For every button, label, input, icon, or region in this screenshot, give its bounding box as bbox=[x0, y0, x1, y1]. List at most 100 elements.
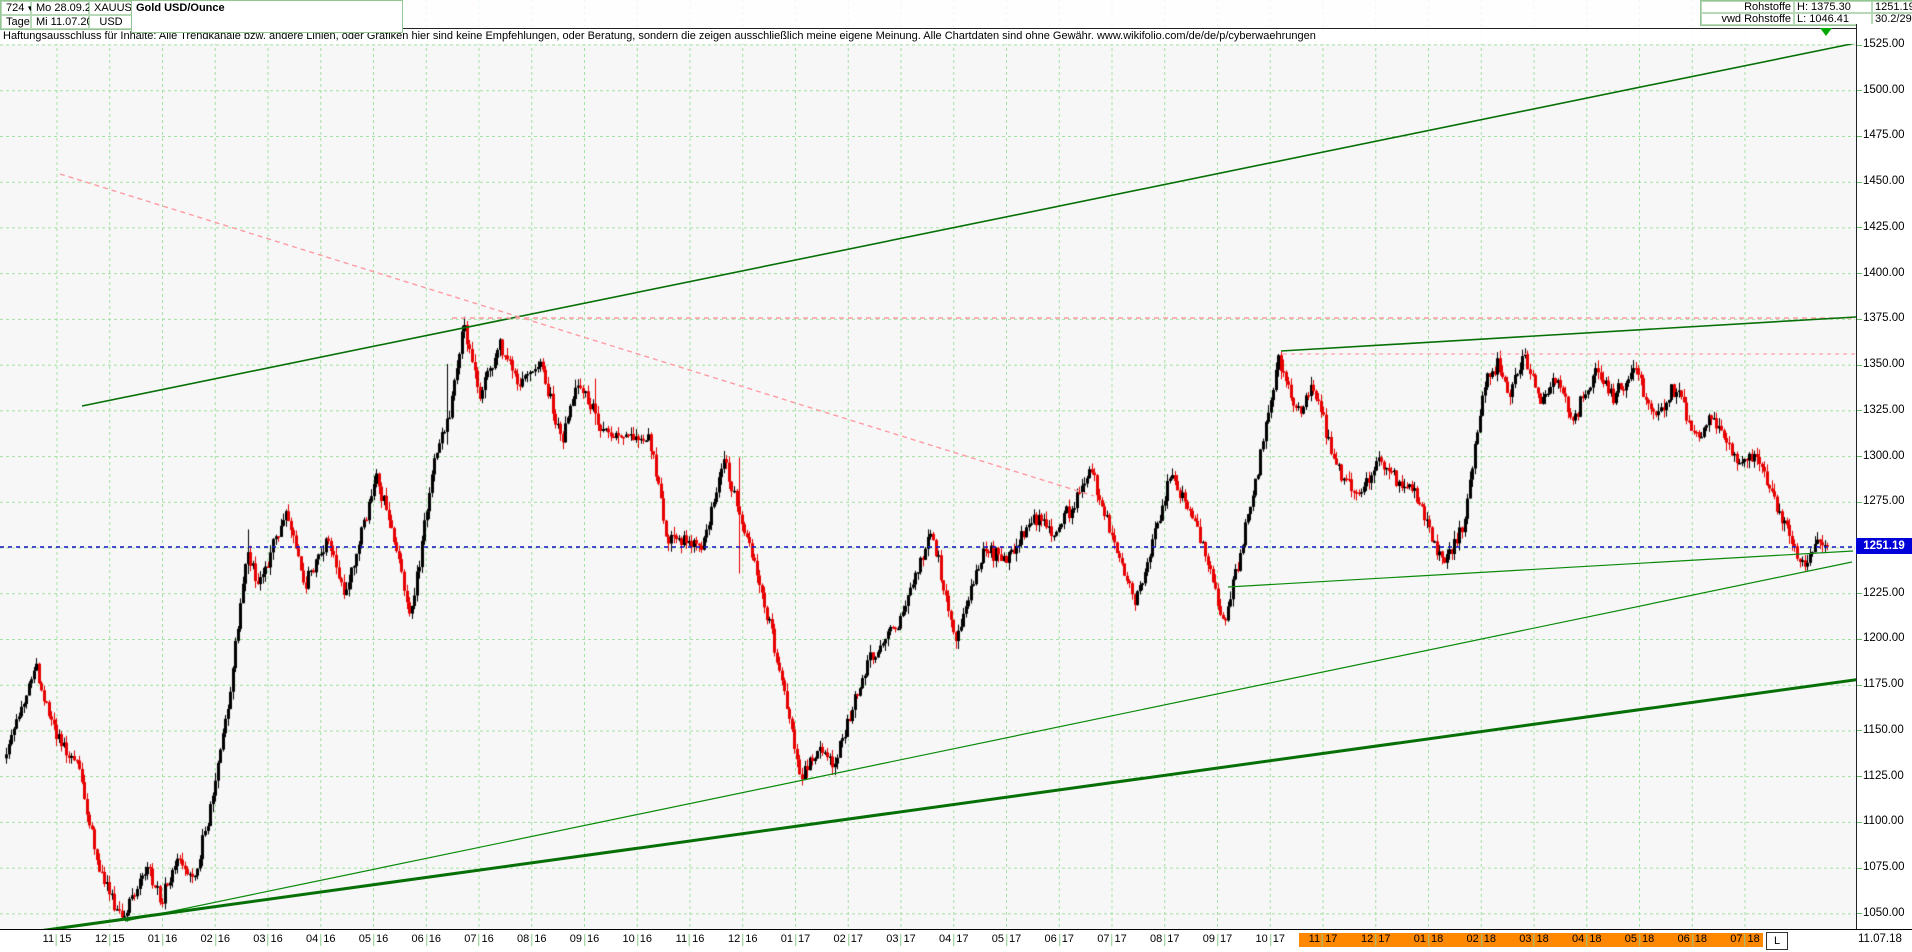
time-axis-label: 0416 bbox=[306, 933, 336, 946]
quote-info-table: RohstoffeH: 1375.301251.19vwd RohstoffeL… bbox=[1700, 0, 1912, 26]
time-axis-label: 0216 bbox=[201, 933, 231, 946]
quote-source-label-row1: vwd Rohstoffe bbox=[1701, 13, 1794, 25]
time-axis-label: 1116 bbox=[676, 933, 705, 946]
price-tick bbox=[1857, 182, 1862, 183]
price-tick bbox=[1857, 227, 1862, 228]
quote-price-value-row0: 1251.19 bbox=[1872, 1, 1912, 13]
time-axis-label: 0517 bbox=[992, 933, 1022, 946]
price-tick bbox=[1857, 365, 1862, 366]
time-axis-label: 0318 bbox=[1519, 933, 1549, 946]
price-tick bbox=[1857, 593, 1862, 594]
price-marker-triangle-icon bbox=[1820, 28, 1832, 36]
time-axis-label: 0417 bbox=[939, 933, 969, 946]
price-axis-label: 1125.00 bbox=[1863, 770, 1904, 782]
trendline-support-thick-green[interactable] bbox=[10, 672, 1912, 935]
trendline-resistance-descending-pink[interactable] bbox=[60, 174, 1094, 496]
low-marker-box: L bbox=[1766, 932, 1788, 950]
time-axis-label: 1016 bbox=[623, 933, 653, 946]
currency-value: USD bbox=[99, 16, 122, 28]
price-axis-label: 1400.00 bbox=[1863, 267, 1905, 279]
time-axis-label: 0418 bbox=[1572, 933, 1602, 946]
time-axis-label: 0117 bbox=[781, 933, 811, 946]
price-tick bbox=[1857, 136, 1862, 137]
time-axis-label: 0317 bbox=[886, 933, 916, 946]
session-date-label: 11.07.18 bbox=[1858, 933, 1902, 945]
period-value: Tage bbox=[6, 16, 30, 28]
time-axis-label: 1217 bbox=[1361, 933, 1391, 946]
price-axis-label: 1325.00 bbox=[1863, 404, 1905, 416]
chart-settings-table: 724 ▼ Mo 28.09.2015 XAUUSD Tage ▼ Mi 11.… bbox=[0, 0, 134, 30]
date-to-cell[interactable]: Mi 11.07.2018 bbox=[31, 15, 89, 29]
price-tick bbox=[1857, 319, 1862, 320]
time-axis-label: 1117 bbox=[1309, 933, 1338, 946]
price-axis-label: 1525.00 bbox=[1863, 38, 1905, 50]
price-axis-label: 1450.00 bbox=[1863, 175, 1905, 187]
time-axis-label: 1115 bbox=[43, 933, 72, 946]
trendline-support-thin-green[interactable] bbox=[125, 562, 1852, 921]
taipan-chart-window: Haftungsausschluss für Inhalte: Alle Tre… bbox=[0, 0, 1912, 952]
bars-count-value: 724 bbox=[6, 2, 24, 14]
trendline-sep17-resistance-green[interactable] bbox=[1281, 317, 1856, 351]
quote-highlow-value-row0: H: 1375.30 bbox=[1794, 1, 1872, 13]
price-tick bbox=[1857, 90, 1862, 91]
price-axis-label: 1100.00 bbox=[1863, 815, 1904, 827]
price-tick bbox=[1857, 45, 1862, 46]
price-tick bbox=[1857, 273, 1862, 274]
currency-cell: USD bbox=[89, 15, 133, 29]
price-tick bbox=[1857, 410, 1862, 411]
price-tick bbox=[1857, 822, 1862, 823]
time-axis-label: 0118 bbox=[1414, 933, 1444, 946]
time-axis-label: 0617 bbox=[1045, 933, 1075, 946]
price-axis-label: 1050.00 bbox=[1863, 907, 1905, 919]
time-axis-label: 0616 bbox=[412, 933, 442, 946]
time-axis-label: 0618 bbox=[1678, 933, 1708, 946]
price-axis-label: 1350.00 bbox=[1863, 358, 1905, 370]
price-axis-label: 1475.00 bbox=[1863, 129, 1905, 141]
instrument-name: Gold USD/Ounce bbox=[131, 0, 403, 33]
price-axis[interactable]: 1525.00 1500.00 1475.00 1450.00 1425.00 1400.… bbox=[1856, 24, 1912, 929]
time-axis[interactable]: L 1115 1215 0116 0216 0316 0416 0516 0616 0716 08… bbox=[0, 929, 1912, 952]
price-axis-label: 1225.00 bbox=[1863, 587, 1905, 599]
time-axis-label: 0816 bbox=[517, 933, 547, 946]
quote-source-label-row0: Rohstoffe bbox=[1701, 1, 1794, 13]
last-price-badge: 1251.19 bbox=[1856, 538, 1912, 554]
time-axis-label: 0717 bbox=[1097, 933, 1127, 946]
trendlines-overlay[interactable] bbox=[0, 0, 1912, 952]
price-tick bbox=[1857, 639, 1862, 640]
time-axis-label: 0716 bbox=[464, 933, 494, 946]
time-axis-label: 0718 bbox=[1730, 933, 1760, 946]
time-axis-label: 0817 bbox=[1150, 933, 1180, 946]
price-axis-label: 1375.00 bbox=[1863, 312, 1905, 324]
time-axis-label: 1017 bbox=[1256, 933, 1286, 946]
time-axis-label: 0217 bbox=[834, 933, 864, 946]
price-tick bbox=[1857, 685, 1862, 686]
price-tick bbox=[1857, 456, 1862, 457]
time-axis-label: 0116 bbox=[148, 933, 178, 946]
symbol-cell: XAUUSD bbox=[89, 1, 133, 15]
price-axis-label: 1275.00 bbox=[1863, 495, 1905, 507]
price-tick bbox=[1857, 502, 1862, 503]
price-tick bbox=[1857, 730, 1862, 731]
price-axis-label: 1075.00 bbox=[1863, 861, 1905, 873]
period-dropdown[interactable]: Tage ▼ bbox=[1, 15, 31, 29]
price-axis-label: 1500.00 bbox=[1863, 84, 1905, 96]
time-axis-label: 1215 bbox=[95, 933, 125, 946]
price-axis-label: 1425.00 bbox=[1863, 221, 1905, 233]
price-axis-label: 1200.00 bbox=[1863, 632, 1905, 644]
price-axis-label: 1150.00 bbox=[1863, 724, 1904, 736]
trendline-channel-top-green[interactable] bbox=[82, 43, 1856, 406]
price-axis-label: 1300.00 bbox=[1863, 450, 1905, 462]
time-axis-label: 0218 bbox=[1467, 933, 1497, 946]
bars-count-dropdown[interactable]: 724 ▼ bbox=[1, 1, 31, 15]
price-tick bbox=[1857, 913, 1862, 914]
price-axis-label: 1175.00 bbox=[1863, 678, 1904, 690]
time-axis-label: 0316 bbox=[253, 933, 283, 946]
time-axis-label: 0917 bbox=[1203, 933, 1233, 946]
date-from-cell[interactable]: Mo 28.09.2015 bbox=[31, 1, 89, 15]
price-tick bbox=[1857, 868, 1862, 869]
time-axis-label: 0916 bbox=[570, 933, 600, 946]
time-axis-label: 1216 bbox=[728, 933, 758, 946]
time-axis-label: 0518 bbox=[1625, 933, 1655, 946]
time-axis-label: 0516 bbox=[359, 933, 389, 946]
price-tick bbox=[1857, 776, 1862, 777]
